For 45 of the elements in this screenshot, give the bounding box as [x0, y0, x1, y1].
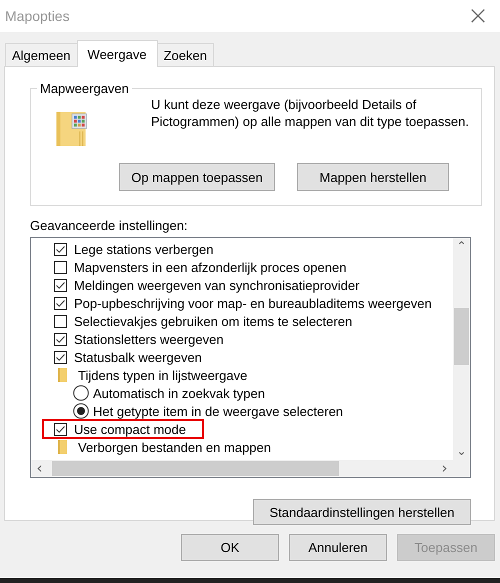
folder-view-button[interactable]: Op mappen toepassen: [119, 163, 275, 191]
setting-label: Meldingen weergeven van synchronisatieprovider: [74, 278, 360, 292]
setting-label: Selectievakjes gebruiken om items te selecteren: [74, 314, 352, 328]
setting-label: Lege stations verbergen: [74, 242, 214, 256]
setting-label: Statusbalk weergeven: [74, 350, 202, 364]
setting-label: Pop-upbeschrijving voor map- en bureaubladitems weergeven: [74, 296, 432, 310]
tab[interactable]: Algemeen: [5, 43, 78, 66]
category-label: Verborgen bestanden en mappen: [78, 440, 271, 454]
checkbox[interactable]: [54, 350, 67, 364]
radio-button[interactable]: [73, 403, 89, 419]
radio-button[interactable]: [73, 385, 89, 401]
setting-label: Het getypte item in de weergave selecteren: [93, 404, 344, 418]
setting-label: Stationsletters weergeven: [74, 332, 224, 346]
scroll-thumb[interactable]: [52, 461, 339, 476]
checkbox[interactable]: [54, 242, 67, 256]
scroll-down-arrow[interactable]: ⌄: [453, 443, 470, 460]
dialog-button[interactable]: Annuleren: [289, 534, 387, 561]
checkbox[interactable]: [54, 278, 67, 292]
scroll-up-arrow[interactable]: ⌃: [453, 238, 470, 255]
checkbox[interactable]: [54, 296, 67, 310]
checkbox[interactable]: [54, 422, 67, 436]
setting-label: Use compact mode: [74, 422, 186, 436]
folder-view-button[interactable]: Mappen herstellen: [297, 163, 449, 191]
advanced-settings-label: Geavanceerde instellingen:: [30, 218, 189, 233]
checkbox[interactable]: [54, 260, 67, 274]
checkbox[interactable]: [54, 332, 67, 346]
restore-defaults-button[interactable]: Standaardinstellingen herstellen: [253, 499, 471, 525]
description-text: U kunt deze weergave (bijvoorbeeld Details of Pictogrammen) op alle mappen van dit type toepassen.: [151, 96, 470, 130]
vertical-scrollbar[interactable]: ⌃ ⌄: [453, 238, 470, 460]
tab[interactable]: Weergave: [76, 40, 158, 67]
folder-icon: [58, 368, 67, 382]
checkbox[interactable]: [54, 314, 67, 328]
window-title: Mapopties: [5, 8, 70, 24]
scroll-thumb[interactable]: [454, 308, 469, 365]
folder-icon: [56, 110, 88, 147]
setting-label: Mapvensters in een afzonderlijk proces openen: [74, 260, 346, 274]
scroll-left-arrow[interactable]: ‹: [31, 460, 48, 477]
group-title: Mapweergaven: [39, 81, 130, 96]
setting-label: Automatisch in zoekvak typen: [93, 386, 265, 400]
close-button[interactable]: ×: [458, 1, 498, 31]
tab[interactable]: Zoeken: [156, 43, 214, 66]
dialog-button[interactable]: OK: [181, 534, 279, 561]
scroll-right-arrow[interactable]: ›: [436, 460, 453, 477]
folder-icon: [58, 440, 67, 454]
category-label: Tijdens typen in lijstweergave: [78, 368, 248, 382]
